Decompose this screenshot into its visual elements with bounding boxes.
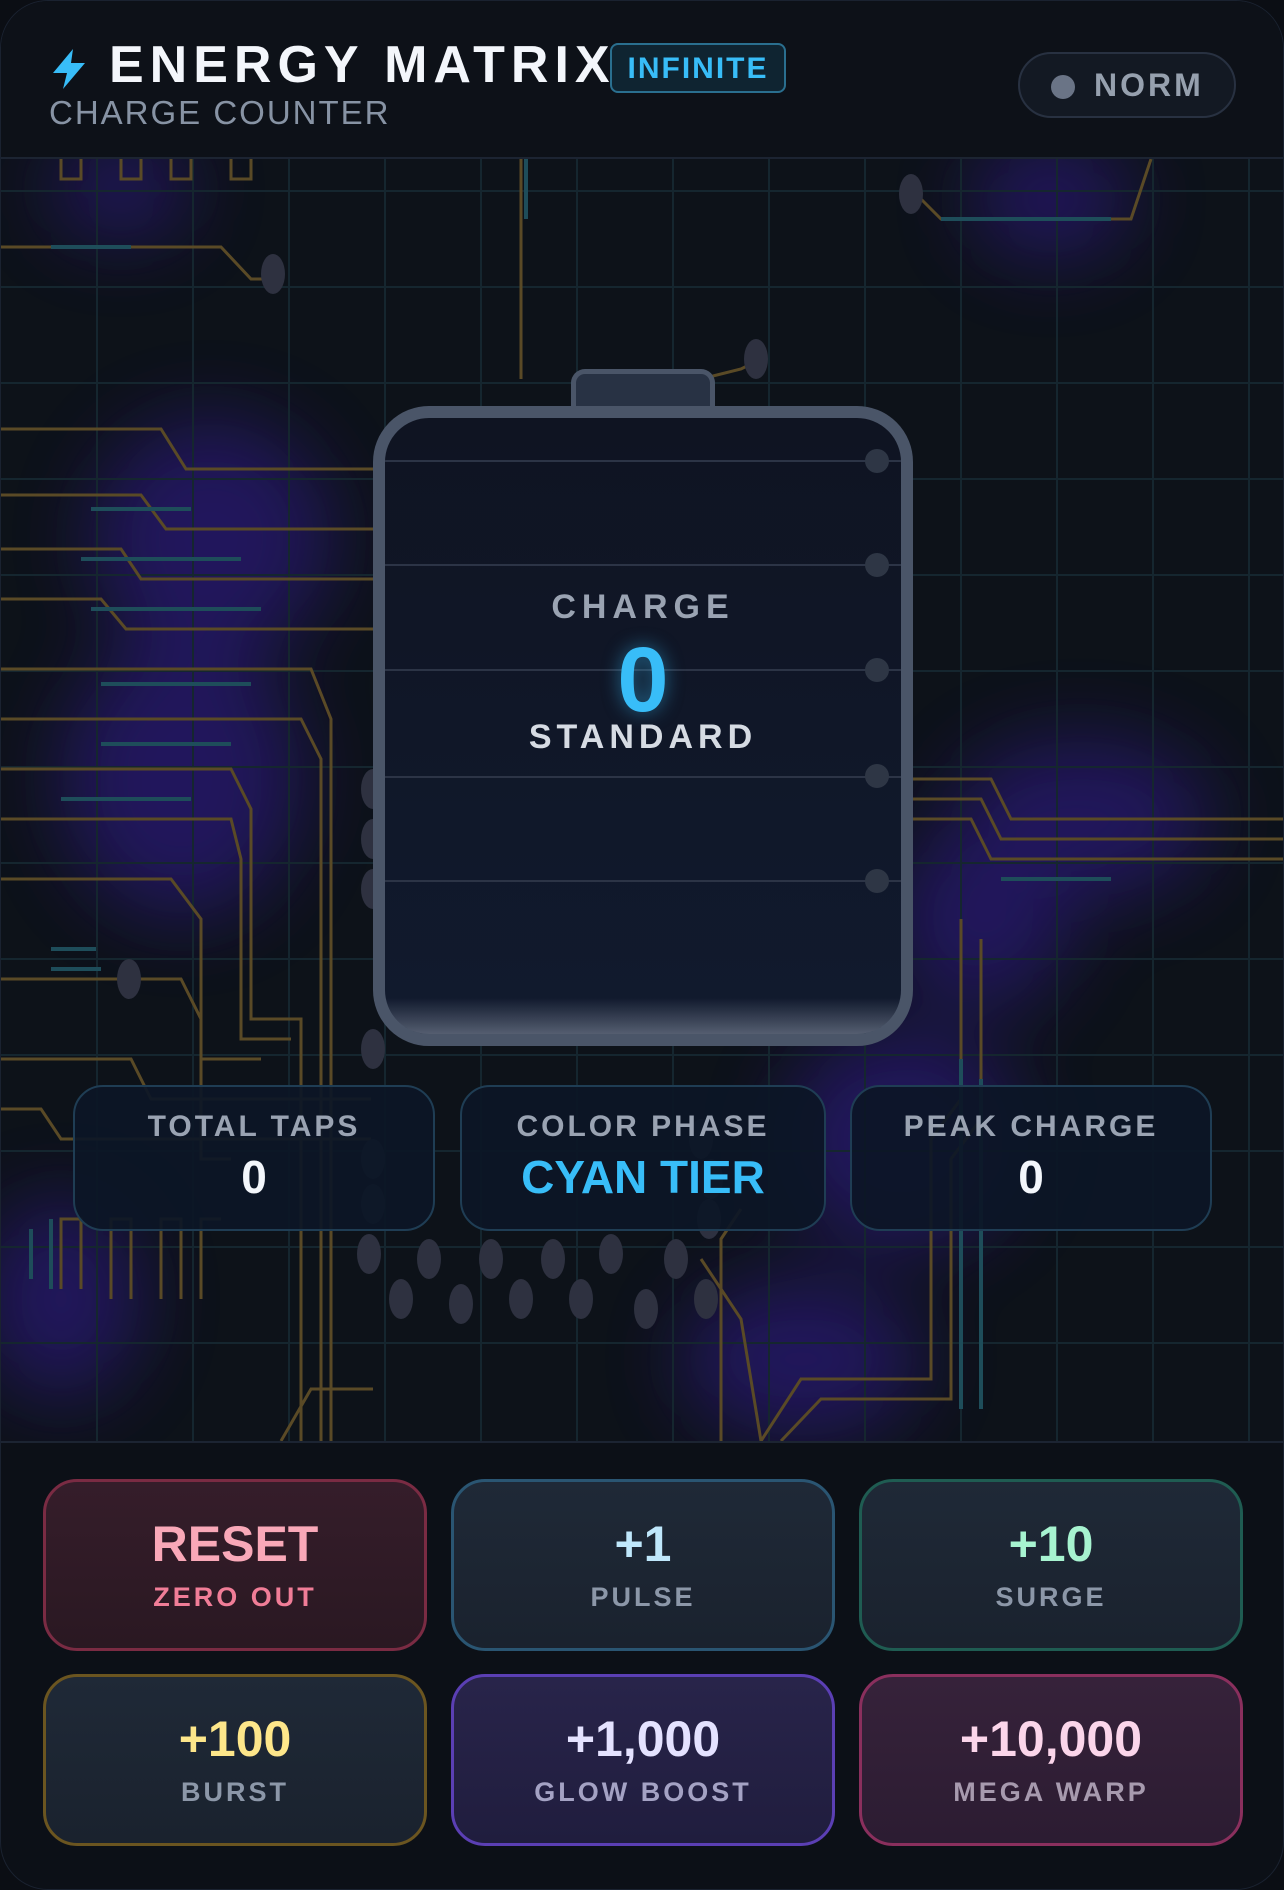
button-sub-label: BURST [181,1777,289,1807]
add-1000-button[interactable]: +1,000 GLOW BOOST [451,1674,835,1846]
button-sub-label: MEGA WARP [953,1777,1149,1807]
button-main-label: RESET [151,1516,319,1572]
button-sub-label: SURGE [995,1582,1107,1612]
charge-value: 0 [617,629,669,731]
battery-segment-divider [385,564,901,566]
app-title: ENERGY MATRIX [109,36,616,94]
button-sub-label: PULSE [590,1582,696,1612]
segment-indicator-dot [865,553,889,577]
stat-value: 0 [241,1151,267,1203]
segment-indicator-dot [865,869,889,893]
battery-charge-display[interactable]: CHARGE 0 STANDARD [373,406,913,1046]
button-sub-label: ZERO OUT [153,1582,317,1612]
button-main-label: +1,000 [565,1711,721,1767]
energy-matrix-app: ENERGY MATRIX INFINITE CHARGE COUNTER NO… [0,0,1284,1890]
add-10-button[interactable]: +10 SURGE [859,1479,1243,1651]
stat-label: PEAK CHARGE [903,1110,1159,1143]
charge-tier: STANDARD [528,718,758,756]
battery-segment-divider [385,776,901,778]
mode-toggle[interactable]: NORM [1018,52,1236,118]
lightning-bolt-icon [53,49,85,89]
stat-total-taps: TOTAL TAPS 0 [73,1085,435,1231]
button-main-label: +100 [178,1711,292,1767]
battery-segment-divider [385,460,901,462]
app-header: ENERGY MATRIX INFINITE CHARGE COUNTER NO… [1,1,1283,159]
circuit-board-area: CHARGE 0 STANDARD TOTAL TAPS 0 COLOR PHA… [1,159,1283,1443]
stat-color-phase: COLOR PHASE CYAN TIER [460,1085,826,1231]
add-10000-button[interactable]: +10,000 MEGA WARP [859,1674,1243,1846]
status-dot-icon [1051,75,1075,99]
segment-indicator-dot [865,449,889,473]
button-main-label: +1 [614,1516,672,1572]
mode-label: NORM [1094,67,1204,103]
add-100-button[interactable]: +100 BURST [43,1674,427,1846]
stat-value: CYAN TIER [521,1151,765,1203]
battery-segment-divider [385,880,901,882]
infinite-badge: INFINITE [610,43,786,93]
segment-indicator-dot [865,764,889,788]
battery-fill-level [385,998,901,1034]
charge-label: CHARGE [551,588,735,626]
app-subtitle: CHARGE COUNTER [49,94,391,131]
stat-label: TOTAL TAPS [147,1110,361,1143]
button-main-label: +10 [1008,1516,1094,1572]
add-1-button[interactable]: +1 PULSE [451,1479,835,1651]
reset-button[interactable]: RESET ZERO OUT [43,1479,427,1651]
stat-label: COLOR PHASE [516,1110,770,1143]
stat-value: 0 [1018,1151,1044,1203]
stat-peak-charge: PEAK CHARGE 0 [850,1085,1212,1231]
button-sub-label: GLOW BOOST [534,1777,752,1807]
button-main-label: +10,000 [959,1711,1143,1767]
